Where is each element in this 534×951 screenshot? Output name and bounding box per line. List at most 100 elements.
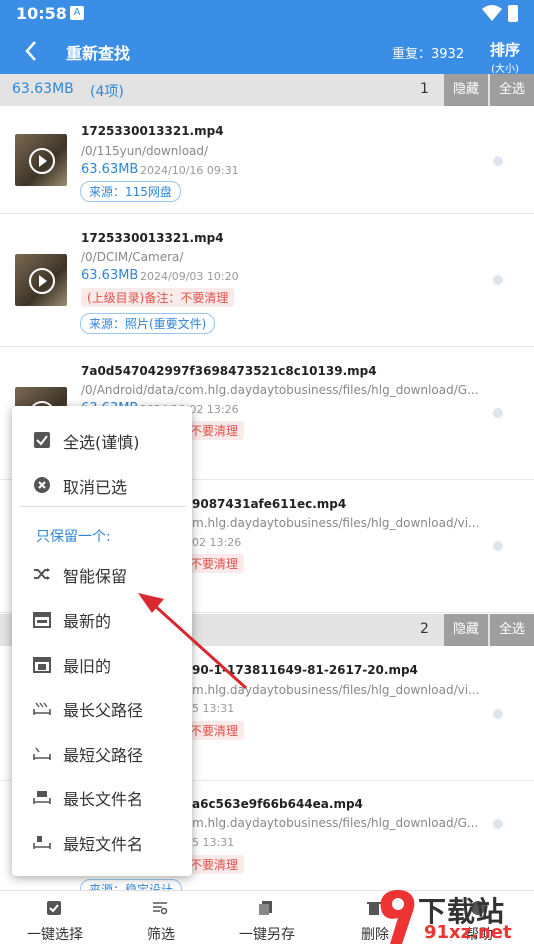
select-popup-menu: 全选(谨慎) 取消已选 只保留一个: 智能保留 最新的 最旧的 最长父路径 最短… [12,406,192,876]
menu-section-title: 只保留一个: [36,529,111,545]
file-date: 02 13:26 [192,536,242,549]
note-tag: 不要清理 [184,554,245,573]
calendar-icon [33,612,51,628]
back-arrow-icon[interactable] [18,37,46,65]
filter-label: 筛选 [147,927,175,943]
save-as-label: 一键另存 [239,927,295,943]
file-path: m.hlg.daydaytobusiness/files/hlg_downloa… [192,816,479,830]
video-thumbnail [15,254,67,306]
name-length-icon [33,791,51,804]
checkbox-icon [47,901,61,915]
group-size: 63.63MB [12,81,74,97]
copy-icon [259,901,272,915]
save-as-button[interactable]: 一键另存 [212,891,322,951]
select-one-label: 一键选择 [27,927,83,943]
calendar-icon [33,657,51,673]
sort-mode-label: (大小) [491,64,519,75]
group-index: 2 [420,621,429,637]
file-date: 5 13:31 [192,836,235,849]
note-tag: 不要清理 [184,721,245,740]
status-bar: 10:58 A [0,0,534,28]
file-item[interactable]: 1725330013321.mp4 /0/DCIM/Camera/ 63.63M… [0,214,534,347]
select-radio[interactable] [493,408,503,418]
menu-item-smart-keep[interactable]: 智能保留 [12,554,192,594]
menu-item-longest-name[interactable]: 最长文件名 [12,777,192,817]
menu-item-longest-parent[interactable]: 最长父路径 [12,688,192,728]
menu-item-label: 智能保留 [63,567,128,586]
video-thumbnail [15,134,67,186]
menu-item-label: 最新的 [63,612,112,631]
status-time: 10:58 [16,4,67,23]
select-radio[interactable] [493,709,503,719]
menu-item-label: 取消已选 [63,478,128,497]
note-tag: 不要清理 [184,855,245,874]
menu-item-select-all[interactable]: 全选(谨慎) [12,420,192,460]
file-name: 1725330013321.mp4 [81,124,224,138]
group-index: 1 [420,81,429,97]
watermark-logo: 下载站 91xz.net [376,886,534,950]
file-date: 5 13:31 [192,702,235,715]
shuffle-icon [34,568,50,580]
menu-item-shortest-name[interactable]: 最短文件名 [12,822,192,862]
menu-item-label: 最短父路径 [63,746,144,765]
play-icon [29,268,55,294]
file-path: /0/115yun/download/ [81,144,209,158]
select-radio[interactable] [493,156,503,166]
file-item[interactable]: 1725330013321.mp4 /0/115yun/download/ 63… [0,106,534,214]
filter-icon [153,902,168,915]
path-length-icon [33,702,51,715]
menu-item-shortest-parent[interactable]: 最短父路径 [12,733,192,773]
file-path: m.hlg.daydaytobusiness/files/hlg_downloa… [192,516,480,530]
group-select-all-button[interactable]: 全选 [490,614,534,646]
file-name: 90-1-173811649-81-2617-20.mp4 [192,663,418,677]
filter-button[interactable]: 筛选 [106,891,216,951]
file-name: 9087431afe611ec.mp4 [192,497,347,511]
note-tag: (上级目录)备注：不要清理 [81,288,235,307]
file-name: 7a0d547042997f3698473521c8c10139.mp4 [81,364,377,378]
menu-item-label: 最旧的 [63,657,112,676]
source-tag[interactable]: 来源：照片(重要文件) [80,313,216,334]
menu-item-newest[interactable]: 最新的 [12,599,192,639]
file-name: a6c563e9f66b644ea.mp4 [192,797,363,811]
select-radio[interactable] [493,275,503,285]
duplicate-count: 重复：3932 [392,47,465,62]
checkbox-icon [34,432,50,448]
group-select-all-button[interactable]: 全选 [490,74,534,106]
menu-item-label: 最长父路径 [63,701,144,720]
select-radio[interactable] [493,541,503,551]
app-bar: 重新查找 重复：3932 排序 (大小) [0,28,534,75]
menu-divider [20,506,186,507]
watermark-badge-icon [380,890,415,944]
file-size: 63.63MB [81,268,139,283]
wifi-icon [482,5,502,21]
cancel-circle-icon [34,477,50,493]
group-hide-button[interactable]: 隐藏 [444,74,488,106]
watermark-url: 91xz.net [424,922,512,943]
name-length-icon [33,836,51,849]
file-date: 2024/09/03 10:20 [140,270,239,283]
file-path: /0/DCIM/Camera/ [81,250,184,264]
path-length-icon [33,747,51,760]
file-size: 63.63MB [81,162,139,177]
file-path: m.hlg.daydaytobusiness/files/hlg_downloa… [192,683,480,697]
sort-button[interactable]: 排序 [488,39,522,60]
menu-item-oldest[interactable]: 最旧的 [12,644,192,684]
select-one-button[interactable]: 一键选择 [0,891,110,951]
file-path: /0/Android/data/com.hlg.daydaytobusiness… [81,383,479,397]
menu-item-label: 最长文件名 [63,790,144,809]
group-header-1: 63.63MB (4项) 1 隐藏 全选 [0,74,534,106]
file-name: 1725330013321.mp4 [81,231,224,245]
notification-icon: A [70,6,84,20]
group-count: (4项) [90,84,124,100]
file-date: 2024/10/16 09:31 [140,164,239,177]
battery-icon [508,5,518,22]
page-title: 重新查找 [66,44,131,63]
play-icon [29,148,55,174]
group-hide-button[interactable]: 隐藏 [444,614,488,646]
menu-item-label: 最短文件名 [63,835,144,854]
note-tag: 不要清理 [184,421,245,440]
menu-item-label: 全选(谨慎) [63,433,140,452]
select-radio[interactable] [493,819,503,829]
source-tag[interactable]: 来源：115网盘 [80,181,181,202]
menu-item-deselect[interactable]: 取消已选 [12,465,192,505]
